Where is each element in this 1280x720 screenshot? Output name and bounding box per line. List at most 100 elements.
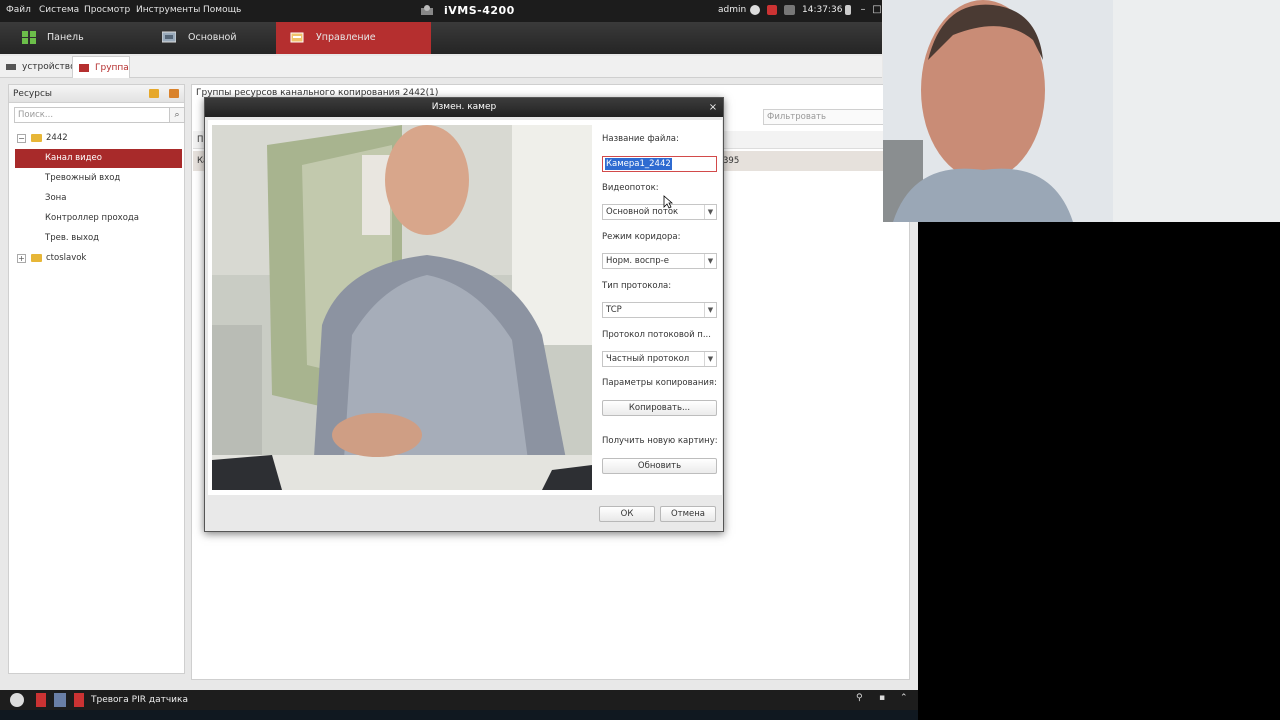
column-header: П [197,135,204,145]
stream-protocol-value: Частный протокол [606,354,690,364]
folder-icon [31,134,42,142]
menu-system[interactable]: Система [39,5,79,15]
corridor-mode-label: Режим коридора: [602,232,681,242]
alarm-sound-icon[interactable] [36,693,46,707]
filter-input[interactable]: Фильтровать [763,109,893,125]
file-name-label: Название файла: [602,134,679,144]
ivms-app-window: Файл Система Просмотр Инструменты Помощь… [0,0,918,720]
cancel-button[interactable]: Отмена [660,506,716,522]
app-title: iVMS-4200 [444,4,515,17]
tab-device-management[interactable]: Управление устройством [276,22,431,75]
menu-bar: Файл Система Просмотр Инструменты Помощь… [0,0,882,22]
file-name-input[interactable]: Камера1_2442 [602,156,717,172]
dialog-body: Название файла: Камера1_2442 Видеопоток:… [208,120,722,495]
ok-button[interactable]: ОК [599,506,655,522]
stream-protocol-select[interactable]: Частный протокол ▼ [602,351,717,367]
main-view-icon [162,31,176,43]
tree-item-alarm-output[interactable]: Трев. выход [9,229,184,248]
maximize-icon[interactable]: □ [872,3,882,17]
resource-search-input[interactable]: Поиск... [14,107,176,123]
restore-icon[interactable]: ▪ [879,693,885,703]
tree-node-2442[interactable]: − 2442 [9,129,184,148]
resources-panel: Ресурсы Поиск... ⌕ − 2442 Канал видео Тр… [8,84,185,674]
menu-view[interactable]: Просмотр [84,5,130,15]
device-icon [6,64,16,70]
pin-icon[interactable]: ⚲ [856,693,863,703]
tab-dashboard[interactable]: Панель управления [10,22,145,75]
os-taskbar [0,710,918,720]
presenter-webcam [883,0,1280,222]
tree-node-ctoslavok[interactable]: + ctoslavok [9,249,184,268]
chevron-down-icon[interactable]: ▼ [704,205,716,219]
new-picture-label: Получить новую картину: [602,436,718,446]
dialog-title: Измен. камер [431,102,497,112]
globe-icon[interactable] [750,5,760,15]
mouse-cursor-icon [663,195,673,209]
folder-icon [31,254,42,262]
device-management-icon [290,32,304,43]
menu-tools[interactable]: Инструменты [136,5,200,15]
alarm-text[interactable]: Тревога PIR датчика [91,695,188,705]
alarm-type-icon [74,693,84,707]
corridor-mode-select[interactable]: Норм. воспр-е ▼ [602,253,717,269]
tree-node-label: 2442 [46,133,68,143]
stream-protocol-label: Протокол потоковой п... [602,330,711,340]
camera-preview-image [212,125,592,490]
file-name-value: Камера1_2442 [605,158,672,170]
protocol-label: Тип протокола: [602,281,672,291]
collapse-icon[interactable]: − [17,134,26,143]
tree-node-label: ctoslavok [46,253,87,263]
menu-help[interactable]: Помощь [203,5,241,15]
chevron-down-icon[interactable]: ▼ [704,303,716,317]
search-icon[interactable]: ⌕ [169,107,185,123]
chevron-down-icon[interactable]: ▼ [704,254,716,268]
ivms-logo-icon [421,5,433,15]
lock-icon[interactable] [845,5,851,15]
event-list-icon[interactable] [54,693,66,707]
edit-camera-dialog: Измен. камер × Название файла: Камера1_2… [204,97,724,532]
row-cell-tail: 395 [723,156,740,166]
subtab-group[interactable]: Группа [72,56,130,78]
subtab-group-label: Группа [95,63,129,73]
tree-item-label: Зона [45,193,67,203]
refresh-button[interactable]: Обновить [602,458,717,474]
copy-button[interactable]: Копировать... [602,400,717,416]
collapse-up-icon[interactable]: ⌃ [900,693,908,703]
subtab-device[interactable]: устройство [0,56,76,78]
stream-select[interactable]: Основной поток ▼ [602,204,717,220]
import-icon[interactable] [169,89,179,98]
chevron-down-icon[interactable]: ▼ [704,352,716,366]
module-bar: Панель управления Основной ракурс Управл… [0,22,882,75]
expand-icon[interactable]: + [17,254,26,263]
presenter-webcam-image [883,0,1280,222]
menu-file[interactable]: Файл [6,5,31,15]
resources-title: Ресурсы [13,89,53,99]
stream-label: Видеопоток: [602,183,659,193]
dialog-titlebar[interactable]: Измен. камер × [205,98,723,117]
minimize-icon[interactable]: – [858,3,868,17]
copy-params-label: Параметры копирования: [602,378,717,388]
tree-item-label: Тревожный вход [45,173,121,183]
tree-item-alarm-input[interactable]: Тревожный вход [9,169,184,188]
tree-item-label: Канал видео [45,153,102,163]
tree-item-video-channel[interactable]: Канал видео [15,149,182,168]
ram-usage-icon [784,5,795,15]
tree-item-access-controller[interactable]: Контроллер прохода [9,209,184,228]
group-icon [79,64,89,72]
add-group-icon[interactable] [149,89,159,98]
camera-preview [212,125,592,490]
alarm-status-icon[interactable] [767,5,777,15]
corridor-mode-value: Норм. воспр-е [606,256,669,266]
tab-main-view[interactable]: Основной ракурс [150,22,272,75]
dashboard-icon [22,31,36,44]
tree-item-zone[interactable]: Зона [9,189,184,208]
resources-header: Ресурсы [9,85,184,103]
clock: 14:37:36 [802,5,843,15]
close-icon[interactable]: × [707,98,719,117]
sub-tabs: устройство Группа [0,56,882,78]
alarm-bar: Тревога PIR датчика ⚲ ▪ ⌃ [0,690,918,710]
protocol-select[interactable]: TCP ▼ [602,302,717,318]
tree-item-label: Трев. выход [45,233,100,243]
alarm-center-icon[interactable] [10,693,24,707]
current-user: admin [718,5,747,15]
